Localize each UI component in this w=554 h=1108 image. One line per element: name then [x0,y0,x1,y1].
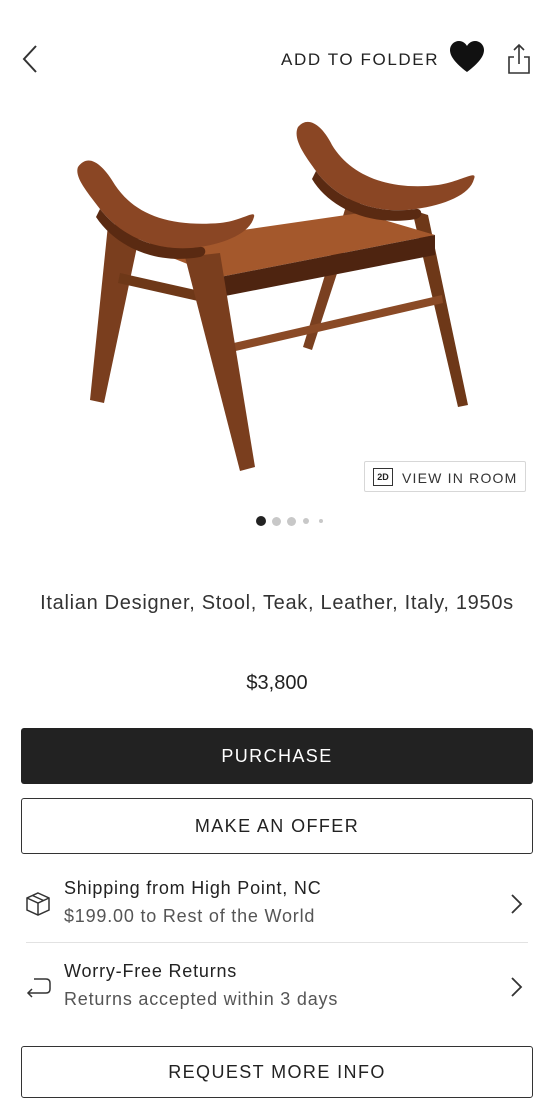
product-title: Italian Designer, Stool, Teak, Leather, … [40,592,514,614]
product-image[interactable] [60,105,500,485]
shipping-title: Shipping from High Point, NC [64,878,322,898]
carousel-dot[interactable] [272,517,281,526]
shipping-detail: $199.00 to Rest of the World [64,906,316,926]
package-icon [26,892,50,916]
view-in-room-label: VIEW IN ROOM [402,470,518,486]
shipping-row[interactable]: Shipping from High Point, NC $199.00 to … [22,872,532,944]
divider [26,942,528,943]
chevron-left-icon [22,45,37,73]
view-in-room-button[interactable]: 2D VIEW IN ROOM [364,461,526,492]
2d-badge-icon: 2D [373,468,393,486]
carousel-dot[interactable] [303,518,309,524]
carousel-dot[interactable] [287,517,296,526]
add-to-folder-button[interactable]: ADD TO FOLDER [281,50,439,70]
request-more-info-button[interactable]: REQUEST MORE INFO [21,1046,533,1098]
returns-row[interactable]: Worry-Free Returns Returns accepted with… [22,955,532,1027]
share-icon [508,43,530,74]
carousel-indicator [256,516,336,526]
stool-image [77,121,475,471]
favorite-button[interactable] [449,40,485,74]
returns-title: Worry-Free Returns [64,961,238,981]
top-bar: ADD TO FOLDER [0,30,554,90]
chevron-right-icon [511,894,523,914]
make-offer-button[interactable]: MAKE AN OFFER [21,798,533,854]
heart-icon [450,41,484,72]
product-price: $3,800 [246,672,308,694]
carousel-dot-active[interactable] [256,516,266,526]
share-button[interactable] [505,42,533,76]
returns-detail: Returns accepted within 3 days [64,989,339,1009]
carousel-dot[interactable] [319,519,323,523]
purchase-button[interactable]: PURCHASE [21,728,533,784]
chevron-right-icon [511,977,523,997]
back-button[interactable] [18,42,46,76]
return-arrow-icon [26,978,51,998]
